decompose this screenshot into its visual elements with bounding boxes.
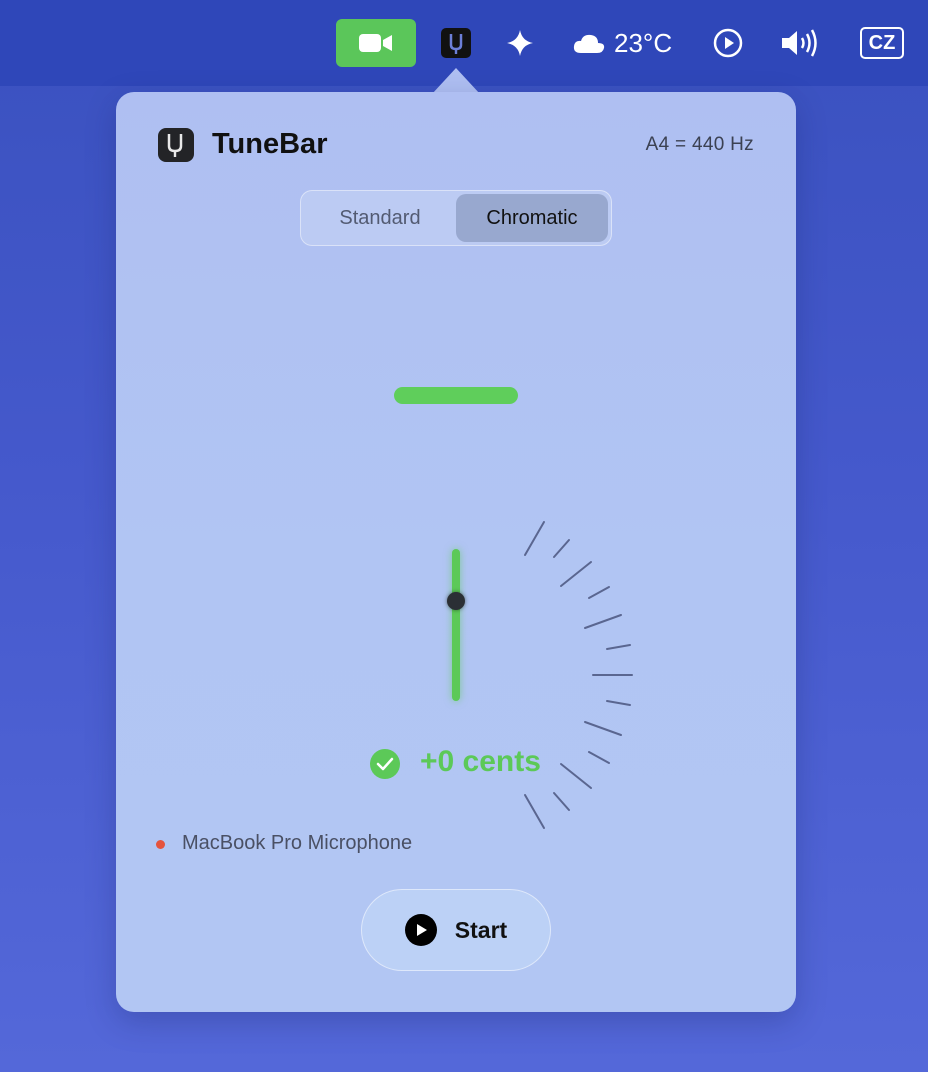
start-button[interactable]: Start bbox=[361, 889, 551, 971]
cents-readout: +0 cents bbox=[420, 745, 541, 778]
start-button-label: Start bbox=[454, 916, 508, 943]
play-icon bbox=[404, 914, 437, 946]
needle-pivot bbox=[447, 592, 465, 610]
mic-status-dot bbox=[156, 840, 165, 849]
tuner-needle bbox=[452, 549, 460, 701]
in-tune-check-icon bbox=[370, 749, 400, 779]
input-device-label[interactable]: MacBook Pro Microphone bbox=[182, 832, 412, 855]
